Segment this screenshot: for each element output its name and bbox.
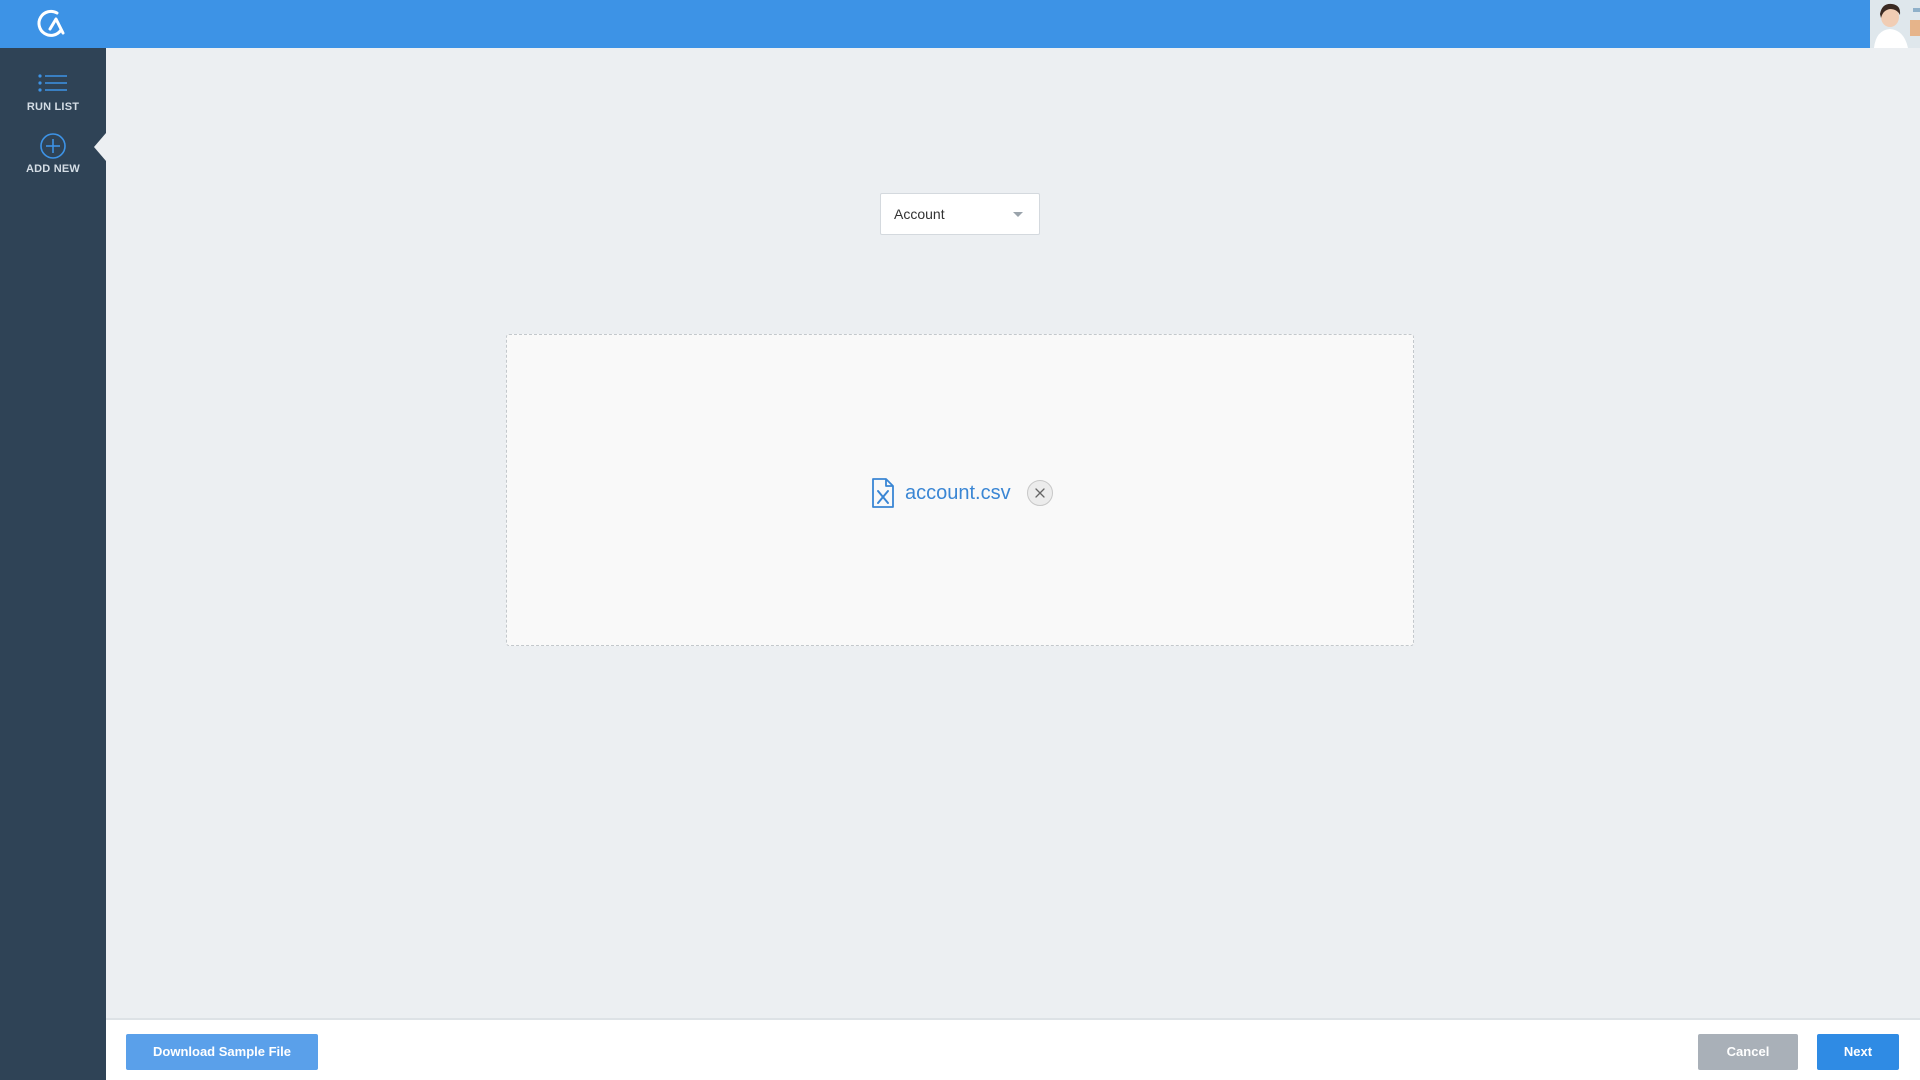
footer-bar: Download Sample File Cancel Next: [106, 1018, 1920, 1080]
uploaded-file: account.csv: [871, 475, 1053, 511]
app-logo-icon[interactable]: [34, 6, 70, 42]
file-dropzone[interactable]: account.csv: [506, 334, 1414, 646]
chevron-down-icon: [1013, 212, 1023, 217]
sidebar-item-label: RUN LIST: [26, 101, 80, 113]
next-button[interactable]: Next: [1817, 1034, 1899, 1070]
sidebar-item-run-list[interactable]: RUN LIST: [0, 70, 106, 130]
remove-file-button[interactable]: [1026, 480, 1053, 506]
list-icon: [37, 70, 69, 98]
sidebar-item-add-new[interactable]: ADD NEW: [0, 132, 106, 192]
file-name[interactable]: account.csv: [905, 482, 1011, 505]
top-bar: [0, 0, 1920, 48]
main-content: Account account.csv: [106, 48, 1920, 1018]
close-icon: [1034, 488, 1045, 498]
select-value: Account: [894, 206, 945, 222]
sidebar: RUN LIST ADD NEW: [0, 48, 106, 1080]
download-sample-file-button[interactable]: Download Sample File: [126, 1034, 318, 1070]
plus-circle-icon: [37, 132, 69, 160]
excel-file-icon: [871, 478, 895, 508]
object-type-select[interactable]: Account: [880, 193, 1040, 235]
cancel-button[interactable]: Cancel: [1698, 1034, 1798, 1070]
active-indicator: [94, 133, 106, 161]
user-avatar[interactable]: [1870, 0, 1920, 48]
sidebar-item-label: ADD NEW: [26, 163, 80, 175]
